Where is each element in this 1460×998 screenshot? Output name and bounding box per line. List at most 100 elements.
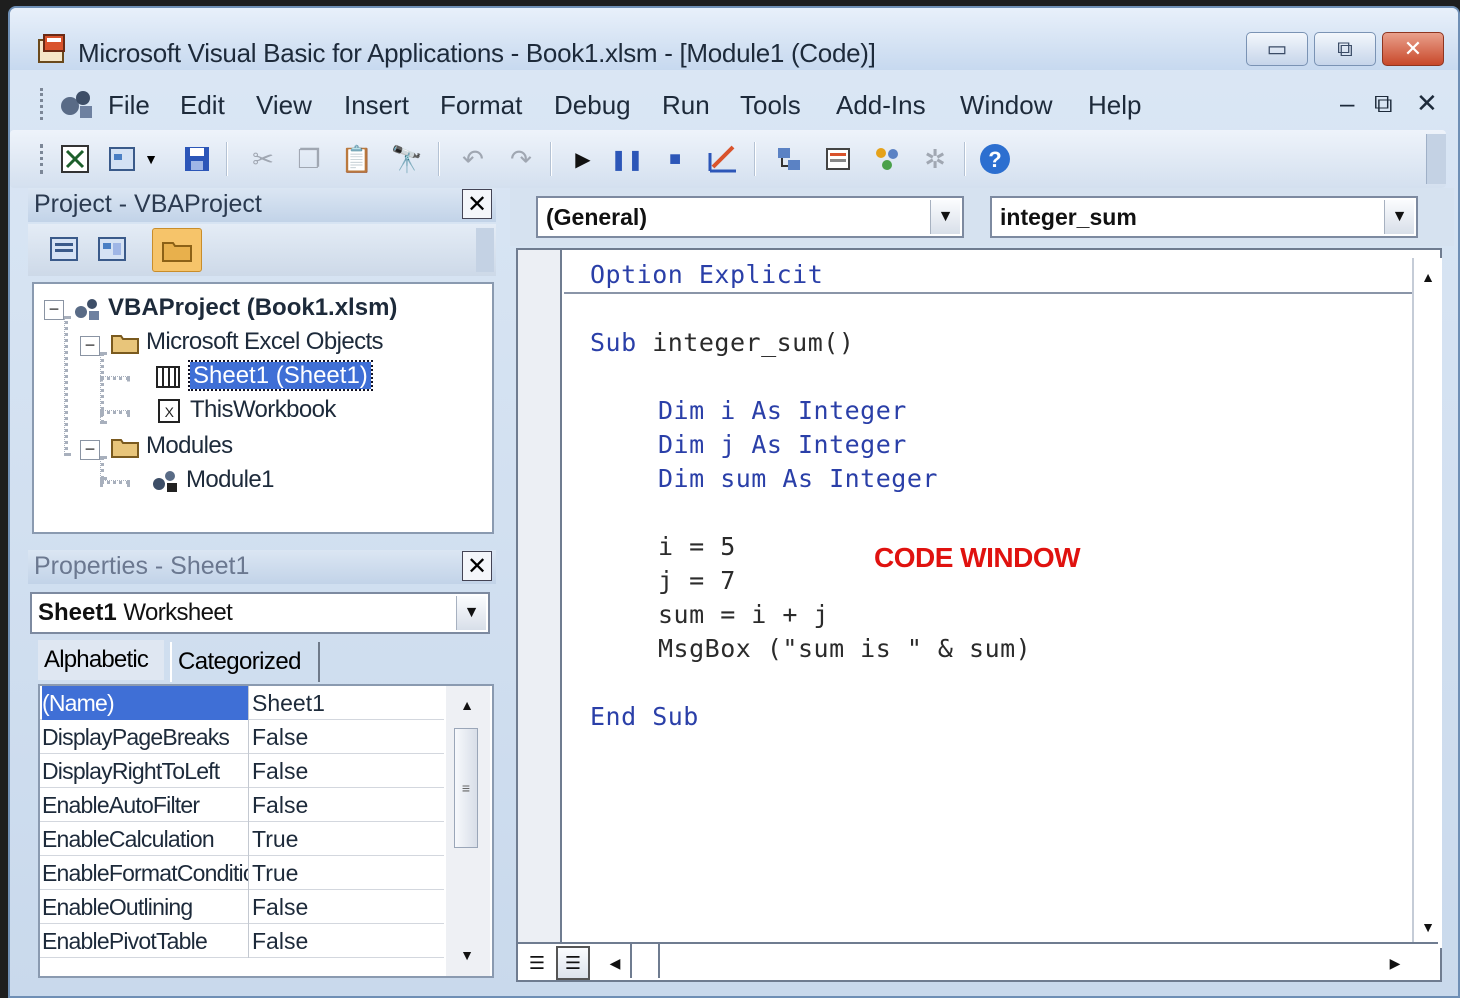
tree-module1[interactable]: Module1 [150, 466, 274, 494]
properties-window-icon[interactable] [822, 142, 856, 176]
menu-window[interactable]: Window [960, 90, 1052, 121]
save-icon[interactable] [180, 142, 214, 176]
toolbox-icon[interactable]: ✲ [918, 142, 952, 176]
property-value[interactable]: False [252, 894, 308, 921]
view-object-icon[interactable] [96, 234, 130, 264]
code-vertical-scrollbar[interactable]: ▲ ▼ [1412, 258, 1442, 948]
minimize-button[interactable]: ▭ [1246, 32, 1308, 66]
toolbar-overflow-button[interactable] [1426, 134, 1446, 184]
menu-grip[interactable] [40, 88, 46, 120]
collapse-modules-toggle[interactable]: − [80, 440, 100, 460]
copy-icon[interactable]: ❐ [292, 142, 326, 176]
property-row[interactable]: EnableFormatConditionsCalculationTrue [40, 856, 444, 890]
toolbar-grip[interactable] [40, 144, 46, 174]
tree-excel-objects-label: Microsoft Excel Objects [146, 328, 384, 355]
scroll-down-icon[interactable]: ▼ [452, 940, 482, 970]
property-value[interactable]: False [252, 724, 308, 751]
properties-title: Properties - Sheet1 [34, 552, 250, 580]
menu-add-ins[interactable]: Add-Ins [836, 90, 926, 121]
menu-edit[interactable]: Edit [180, 90, 225, 121]
property-value[interactable]: False [252, 792, 308, 819]
design-mode-icon[interactable] [706, 142, 740, 176]
run-icon[interactable]: ▶ [566, 142, 600, 176]
close-properties-pane-icon[interactable]: ✕ [462, 551, 492, 581]
scroll-right-icon[interactable]: ▶ [1380, 948, 1410, 978]
menu-help[interactable]: Help [1088, 90, 1141, 121]
menu-file[interactable]: File [108, 90, 150, 121]
property-row[interactable]: DisplayPageBreaks False [40, 720, 444, 754]
kw-dim: Dim [658, 396, 705, 425]
property-value[interactable]: False [252, 928, 308, 955]
property-divider [248, 720, 249, 754]
kw-dim: Dim [658, 464, 705, 493]
code-editor[interactable]: Option Explicit Sub integer_sum() Dim i … [516, 248, 1442, 982]
scroll-left-icon[interactable]: ◀ [600, 948, 630, 978]
tree-sheet1[interactable]: Sheet1 (Sheet1) [154, 360, 373, 391]
object-combo[interactable]: (General) ▼ [536, 196, 964, 238]
tree-vbaproject[interactable]: VBAProject (Book1.xlsm) [72, 294, 397, 322]
scroll-up-icon[interactable]: ▲ [1413, 262, 1443, 292]
properties-object-combo[interactable]: Sheet1 Worksheet ▼ [30, 592, 490, 634]
scroll-down-icon[interactable]: ▼ [1413, 912, 1443, 942]
project-explorer-icon[interactable] [772, 142, 806, 176]
close-project-pane-icon[interactable]: ✕ [462, 189, 492, 219]
mdi-minimize-icon[interactable]: – [1340, 88, 1354, 119]
object-combo-value: (General) [546, 204, 647, 230]
properties-scroll-thumb[interactable]: ≡ [454, 728, 478, 848]
maximize-button[interactable]: ⧉ [1314, 32, 1376, 66]
toggle-folders-button[interactable] [152, 228, 202, 272]
procedure-view-icon[interactable]: ☰ [522, 948, 552, 978]
close-button[interactable]: ✕ [1382, 32, 1444, 66]
view-excel-icon[interactable] [58, 142, 92, 176]
property-row[interactable]: EnablePivotTable False [40, 924, 444, 958]
paste-icon[interactable]: 📋 [340, 142, 374, 176]
view-code-icon[interactable] [48, 234, 82, 264]
project-toolbar-overflow[interactable] [476, 228, 494, 272]
property-row[interactable]: EnableOutlining False [40, 890, 444, 924]
property-row[interactable]: EnableAutoFilter False [40, 788, 444, 822]
reset-icon[interactable]: ■ [658, 142, 692, 176]
property-row[interactable]: (Name) Sheet1 [40, 686, 444, 720]
properties-scrollbar[interactable]: ▲ ≡ ▼ [446, 686, 490, 976]
full-module-view-icon[interactable]: ☰ [556, 946, 590, 980]
cut-icon[interactable]: ✂ [246, 142, 280, 176]
redo-icon[interactable]: ↷ [504, 142, 538, 176]
scroll-up-icon[interactable]: ▲ [452, 690, 482, 720]
chevron-down-icon[interactable]: ▼ [456, 596, 486, 630]
insert-userform-icon[interactable] [106, 142, 140, 176]
menu-view[interactable]: View [256, 90, 312, 121]
undo-icon[interactable]: ↶ [456, 142, 490, 176]
chevron-down-icon[interactable]: ▼ [1384, 200, 1414, 234]
menu-run[interactable]: Run [662, 90, 710, 121]
menu-tools[interactable]: Tools [740, 90, 801, 121]
property-name: DisplayPageBreaks [42, 724, 230, 750]
minimize-icon: ▭ [1266, 36, 1288, 61]
tree-excel-objects[interactable]: Microsoft Excel Objects [110, 328, 384, 356]
property-row[interactable]: EnableCalculation True [40, 822, 444, 856]
mdi-close-icon[interactable]: ✕ [1416, 88, 1438, 119]
chevron-down-icon[interactable]: ▼ [142, 142, 160, 176]
find-icon[interactable]: 🔭 [390, 142, 424, 176]
break-icon[interactable]: ❚❚ [610, 142, 644, 176]
chevron-down-icon[interactable]: ▼ [930, 200, 960, 234]
property-value[interactable]: True [252, 860, 298, 887]
procedure-combo[interactable]: integer_sum ▼ [990, 196, 1418, 238]
help-icon[interactable]: ? [978, 142, 1012, 176]
property-row[interactable]: DisplayRightToLeft False [40, 754, 444, 788]
menu-debug[interactable]: Debug [554, 90, 631, 121]
tab-alphabetic[interactable]: Alphabetic [38, 640, 164, 680]
menu-format[interactable]: Format [440, 90, 522, 121]
collapse-project-toggle[interactable]: − [44, 300, 64, 320]
horizontal-scroll-thumb[interactable] [630, 944, 660, 978]
tree-thisworkbook[interactable]: X ThisWorkbook [154, 396, 336, 424]
property-value[interactable]: Sheet1 [252, 690, 325, 717]
object-browser-icon[interactable] [870, 142, 904, 176]
tab-categorized[interactable]: Categorized [170, 642, 320, 682]
menu-insert[interactable]: Insert [344, 90, 409, 121]
property-value[interactable]: False [252, 758, 308, 785]
collapse-excel-objects-toggle[interactable]: − [80, 336, 100, 356]
property-divider [248, 788, 249, 822]
property-value[interactable]: True [252, 826, 298, 853]
mdi-restore-icon[interactable]: ⧉ [1374, 88, 1393, 120]
tree-modules[interactable]: Modules [110, 432, 233, 460]
